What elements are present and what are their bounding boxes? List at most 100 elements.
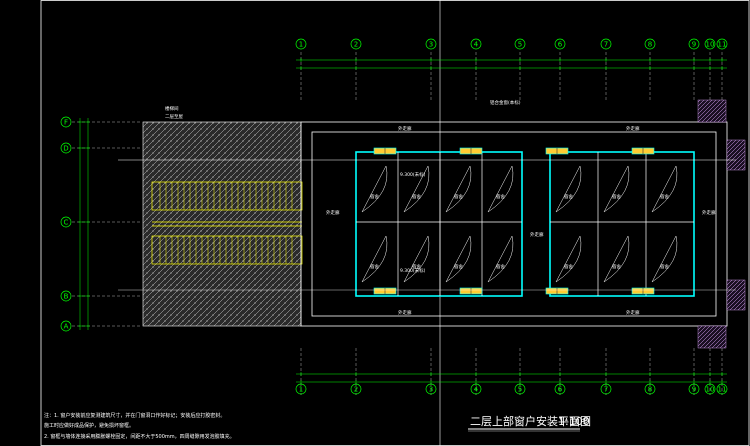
label-window-note: 铝合金窗(本标) [490, 99, 521, 106]
grid-bubble-col-5-top: 5 [514, 38, 526, 50]
grid-bubble-col-8-top: 8 [644, 38, 656, 50]
drawing-title-block: 二层上部窗户安装平面图 1:100 [468, 414, 591, 432]
grid-bubble-text: 6 [558, 385, 563, 393]
room-label: 宿舍 [454, 263, 463, 270]
grid-bubble-col-10-bottom: 10 [704, 383, 716, 395]
note-line-3: 2. 窗框与墙体连接采用膨胀螺栓固定，间距不大于500mm，四周缝隙用发泡胶填充… [44, 433, 235, 440]
grid-bubble-text: 10 [706, 385, 715, 393]
grid-bubble-text: 5 [518, 385, 522, 393]
grid-bubble-text: 3 [429, 385, 433, 393]
room-block-right [549, 151, 695, 297]
grid-bubble-row-B: B [60, 290, 72, 302]
door-swing [555, 165, 582, 213]
grid-bubble-col-6-bottom: 6 [554, 383, 566, 395]
grid-bubble-col-1-top: 1 [295, 38, 307, 50]
room-label: 宿舍 [496, 193, 505, 200]
grid-bubble-text: D [63, 144, 68, 152]
door-swing [487, 165, 514, 213]
window-unit [373, 287, 397, 295]
label-corridor-top-left: 外走廊 [398, 125, 412, 132]
door-swings [361, 165, 678, 283]
grid-bubble-text: 11 [718, 385, 727, 393]
grid-bubble-col-1-bottom: 1 [295, 383, 307, 395]
label-corridor-top-right: 外走廊 [626, 125, 640, 132]
grid-bubble-col-4-top: 4 [470, 38, 482, 50]
grid-bubble-text: 1 [299, 40, 303, 48]
grid-bubble-text: 7 [604, 40, 608, 48]
label-corridor-east: 外走廊 [702, 209, 716, 216]
grid-bubble-col-6-top: 6 [554, 38, 566, 50]
grid-bubble-col-5-bottom: 5 [514, 383, 526, 395]
door-swing [445, 235, 472, 283]
grid-bubble-row-D: D [60, 142, 72, 154]
grid-bubble-text: 7 [604, 385, 608, 393]
grid-bubble-text: 4 [474, 385, 479, 393]
window-unit [373, 147, 397, 155]
grid-bubble-col-8-bottom: 8 [644, 383, 656, 395]
note-line-1: 注：1. 窗户安装前应复测建筑尺寸，并在门窗洞口作好标记；安装后应打胶密封。 [44, 412, 225, 419]
window-unit [545, 287, 569, 295]
grid-bubble-col-9-bottom: 9 [688, 383, 700, 395]
grid-bubble-text: B [64, 292, 69, 300]
window-unit [545, 147, 569, 155]
room-label: 宿舍 [564, 193, 573, 200]
label-corridor-bottom-left: 外走廊 [398, 309, 412, 316]
pink-wall-segments [697, 99, 746, 349]
grid-bubble-text: 6 [558, 40, 563, 48]
grid-bubble-col-10-top: 10 [704, 38, 716, 50]
window-unit [459, 147, 483, 155]
grid-bubble-text: 8 [648, 40, 652, 48]
label-elevation-1: 9.300(未标) [400, 171, 426, 178]
door-swing [361, 165, 388, 213]
general-notes: 注：1. 窗户安装前应复测建筑尺寸，并在门窗洞口作好标记；安装后应打胶密封。 施… [44, 412, 235, 440]
grid-bubble-text: 9 [692, 40, 696, 48]
room-label: 宿舍 [612, 263, 621, 270]
room-label: 宿舍 [370, 193, 379, 200]
grid-bubble-row-A: A [60, 320, 72, 332]
label-corridor-west: 外走廊 [326, 209, 340, 216]
window-unit [631, 287, 655, 295]
door-swing [403, 235, 430, 283]
stair-hatch-block [142, 121, 302, 327]
grid-bubble-col-9-top: 9 [688, 38, 700, 50]
door-swing [555, 235, 582, 283]
grid-bubble-col-11-bottom: 11 [716, 383, 728, 395]
label-corridor-mid: 外走廊 [530, 231, 544, 238]
grid-bubble-text: 8 [648, 385, 652, 393]
room-label: 宿舍 [564, 263, 573, 270]
grid-bubble-text: A [64, 322, 69, 330]
grid-bubble-col-4-bottom: 4 [470, 383, 482, 395]
grid-bubble-text: 2 [354, 385, 358, 393]
room-name-labels: 宿舍 宿舍 宿舍 宿舍宿舍 宿舍 宿舍 宿舍宿舍 宿舍 宿舍宿舍 宿舍 宿舍 [370, 193, 669, 270]
drawing-scale: 1:100 [558, 415, 590, 428]
grid-bubble-col-2-top: 2 [350, 38, 362, 50]
door-swing [445, 165, 472, 213]
room-label: 宿舍 [412, 193, 421, 200]
door-swing [487, 235, 514, 283]
grid-bubble-text: 1 [299, 385, 303, 393]
door-swing [603, 235, 630, 283]
cad-drawing: 11223344556677889910101111FDCBA 外走廊 外走廊 … [40, 0, 750, 446]
grid-bubble-text: 4 [474, 40, 479, 48]
grid-bubble-text: C [64, 218, 69, 226]
grid-bubble-text: 11 [718, 40, 727, 48]
label-corridor-bottom-right: 外走廊 [626, 309, 640, 316]
room-block-left [355, 151, 523, 297]
grid-bubble-col-2-bottom: 2 [350, 383, 362, 395]
grid-bubble-text: 3 [429, 40, 433, 48]
window-unit [631, 147, 655, 155]
grid-bubble-col-11-top: 11 [716, 38, 728, 50]
grid-bubble-col-7-bottom: 7 [600, 383, 612, 395]
door-swing [361, 235, 388, 283]
grid-bubble-text: 5 [518, 40, 522, 48]
room-label: 宿舍 [660, 193, 669, 200]
room-label: 宿舍 [612, 193, 621, 200]
room-label: 宿舍 [660, 263, 669, 270]
grid-bubble-row-C: C [60, 216, 72, 228]
grid-bubble-col-3-bottom: 3 [425, 383, 437, 395]
label-stair-sub: 二层至屋 [165, 114, 183, 120]
grid-bubble-text: 10 [706, 40, 715, 48]
note-line-2: 施工时应做好成品保护，避免损坏窗框。 [44, 422, 134, 429]
door-swing [651, 165, 678, 213]
room-label: 宿舍 [496, 263, 505, 270]
